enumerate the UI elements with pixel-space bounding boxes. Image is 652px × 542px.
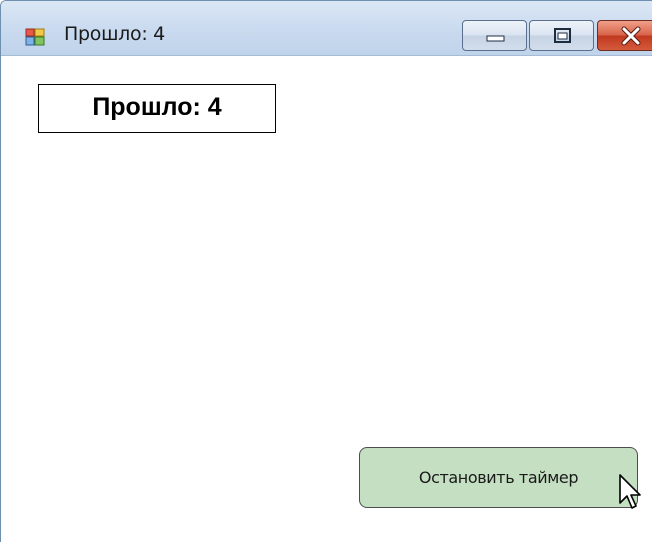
- stop-timer-button[interactable]: Остановить таймер: [359, 447, 638, 508]
- app-window-icon[interactable]: [25, 27, 45, 47]
- minimize-button[interactable]: [462, 20, 527, 51]
- close-icon: [598, 21, 652, 50]
- title-bar[interactable]: Прошло: 4: [1, 1, 652, 56]
- close-button[interactable]: [597, 20, 652, 51]
- maximize-button[interactable]: [529, 20, 594, 51]
- mouse-pointer-icon: [618, 473, 642, 513]
- window-title: Прошло: 4: [64, 23, 165, 45]
- maximize-icon: [530, 21, 593, 50]
- minimize-icon: [463, 21, 526, 50]
- elapsed-label: Прошло: 4: [38, 84, 276, 133]
- app-window: Прошло: 4 Прошло: 4 Остановить таймер: [0, 0, 652, 542]
